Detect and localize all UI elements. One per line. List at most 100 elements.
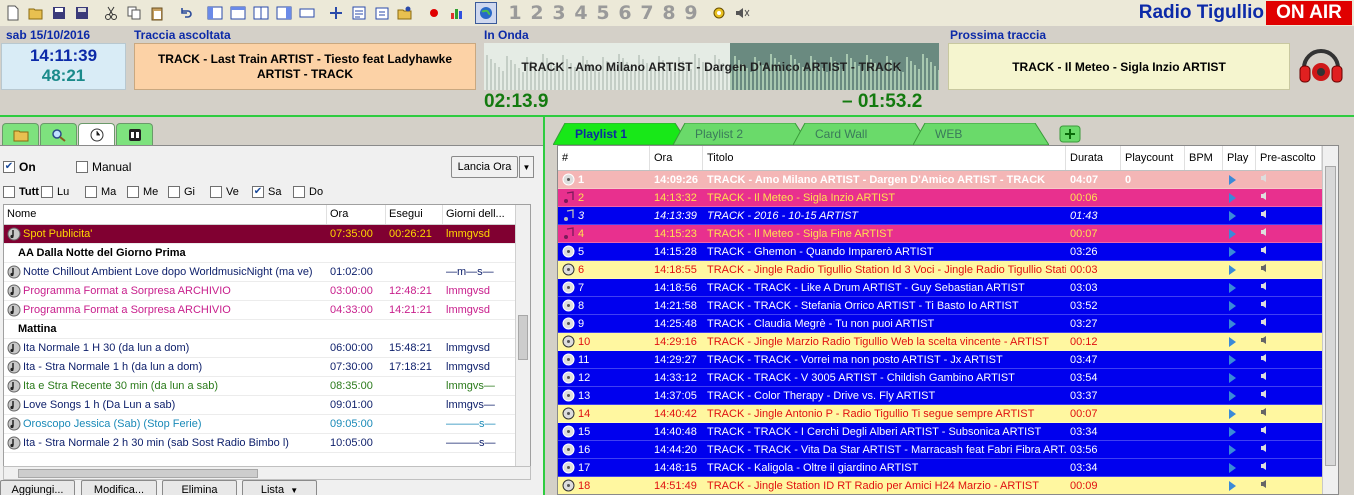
schedule-row[interactable]: Ita Normale 1 H 30 (da lun a dom) 06:00:0… [4, 339, 530, 358]
waveform-display[interactable]: TRACK - Amo Milano ARTIST - Dargen D'Ami… [484, 43, 939, 90]
play-button[interactable] [1223, 210, 1256, 221]
delete-button[interactable]: Elimina [162, 480, 237, 495]
play-button[interactable] [1223, 390, 1256, 401]
play-button[interactable] [1223, 372, 1256, 383]
day-sat[interactable]: ✔ Sa [252, 186, 281, 198]
schedule-row[interactable]: Ita - Stra Normale 2 h 30 min (sab Sost … [4, 434, 530, 453]
slot-4[interactable]: 4 [570, 2, 592, 24]
playlist-row[interactable]: 7 14:18:56 TRACK - TRACK - Like A Drum ART… [558, 279, 1338, 297]
tab-playlist-1[interactable]: Playlist 1 [553, 123, 689, 145]
col-durata[interactable]: Durata [1066, 146, 1121, 170]
paste-icon[interactable] [146, 2, 168, 24]
stats-icon[interactable] [446, 2, 468, 24]
schedule-row[interactable]: Notte Chillout Ambient Love dopo Worldmu… [4, 263, 530, 282]
edit-track-icon[interactable] [348, 2, 370, 24]
preview-button[interactable] [1256, 371, 1322, 384]
col-bpm[interactable]: BPM [1185, 146, 1223, 170]
schedule-row[interactable]: Ita - Stra Normale 1 h (da lun a dom) 07:… [4, 358, 530, 377]
schedule-row[interactable]: Ita e Stra Recente 30 min (da lun a sab)… [4, 377, 530, 396]
schedule-row[interactable]: AA Dalla Notte del Giorno Prima [4, 244, 530, 263]
playlist-row[interactable]: 2 14:13:32 TRACK - Il Meteo - Sigla Inzio … [558, 189, 1338, 207]
preview-button[interactable] [1256, 425, 1322, 438]
playlist-row[interactable]: 5 14:15:28 TRACK - Ghemon - Quando Imparer… [558, 243, 1338, 261]
col-ora[interactable]: Ora [327, 205, 386, 224]
folder-star-icon[interactable] [394, 2, 416, 24]
mute-icon[interactable] [731, 2, 753, 24]
layout-2-icon[interactable] [227, 2, 249, 24]
playlist-row[interactable]: 3 14:13:39 TRACK - 2016 - 10-15 ARTIST 01:4… [558, 207, 1338, 225]
preview-button[interactable] [1256, 191, 1322, 204]
save-as-icon[interactable] [71, 2, 93, 24]
insert-track-icon[interactable] [371, 2, 393, 24]
play-button[interactable] [1223, 354, 1256, 365]
slot-3[interactable]: 3 [548, 2, 570, 24]
preview-button[interactable] [1256, 353, 1322, 366]
col-preascolto[interactable]: Pre-ascolto [1256, 146, 1322, 170]
schedule-row[interactable]: Oroscopo Jessica (Sab) (Stop Ferie) 09:05… [4, 415, 530, 434]
preview-button[interactable] [1256, 173, 1322, 186]
edit-button[interactable]: Modifica... [81, 480, 157, 495]
playlist-row[interactable]: 11 14:29:27 TRACK - TRACK - Vorrei ma non … [558, 351, 1338, 369]
preview-button[interactable] [1256, 227, 1322, 240]
preview-button[interactable] [1256, 335, 1322, 348]
play-button[interactable] [1223, 174, 1256, 185]
play-button[interactable] [1223, 444, 1256, 455]
add-track-icon[interactable] [325, 2, 347, 24]
playlist-vscrollbar[interactable] [1322, 146, 1338, 494]
day-thu[interactable]: Gi [168, 186, 195, 198]
schedule-row[interactable]: Love Songs 1 h (Da Lun a sab) 09:01:00 lmm… [4, 396, 530, 415]
preview-button[interactable] [1256, 263, 1322, 276]
tab-search[interactable] [40, 123, 77, 145]
playlist-row[interactable]: 17 14:48:15 TRACK - Kaligola - Oltre il gi… [558, 459, 1338, 477]
slot-7[interactable]: 7 [636, 2, 658, 24]
tab-cart[interactable] [116, 123, 153, 145]
col-playcount[interactable]: Playcount [1121, 146, 1185, 170]
day-all[interactable]: Tutt [3, 186, 39, 198]
play-button[interactable] [1223, 192, 1256, 203]
col-ora[interactable]: Ora [650, 146, 703, 170]
open-folder-icon[interactable] [25, 2, 47, 24]
day-fri[interactable]: Ve [210, 186, 239, 198]
play-button[interactable] [1223, 264, 1256, 275]
cut-icon[interactable] [100, 2, 122, 24]
slot-5[interactable]: 5 [592, 2, 614, 24]
playlist-row[interactable]: 15 14:40:48 TRACK - TRACK - I Cerchi Degli… [558, 423, 1338, 441]
slot-1[interactable]: 1 [504, 2, 526, 24]
list-button[interactable]: Lista ▼ [242, 480, 317, 495]
col-esegui[interactable]: Esegui [386, 205, 443, 224]
day-wed[interactable]: Me [127, 186, 158, 198]
playlist-row[interactable]: 18 14:51:49 TRACK - Jingle Station ID RT R… [558, 477, 1338, 494]
preview-button[interactable] [1256, 317, 1322, 330]
preview-button[interactable] [1256, 461, 1322, 474]
col-titolo[interactable]: Titolo [703, 146, 1066, 170]
save-icon[interactable] [48, 2, 70, 24]
scroll-thumb[interactable] [518, 315, 528, 360]
play-button[interactable] [1223, 318, 1256, 329]
tab-card-wall[interactable]: Card Wall [793, 123, 929, 145]
schedule-row[interactable]: Programma Format a Sorpresa ARCHIVIO 03:0… [4, 282, 530, 301]
play-button[interactable] [1223, 480, 1256, 491]
schedule-row[interactable]: Spot Publicita' 07:35:00 00:26:21 lmmgvsd [4, 225, 530, 244]
schedule-vscrollbar[interactable] [515, 205, 530, 467]
record-icon[interactable] [423, 2, 445, 24]
col-giorni[interactable]: Giorni dell... [443, 205, 519, 224]
settings-gear-icon[interactable] [708, 2, 730, 24]
manual-checkbox[interactable]: Manual [76, 160, 131, 174]
playlist-row[interactable]: 6 14:18:55 TRACK - Jingle Radio Tigullio S… [558, 261, 1338, 279]
play-button[interactable] [1223, 408, 1256, 419]
layout-3-icon[interactable] [250, 2, 272, 24]
undo-icon[interactable] [175, 2, 197, 24]
col-num[interactable]: # [558, 146, 650, 170]
slot-6[interactable]: 6 [614, 2, 636, 24]
preview-button[interactable] [1256, 479, 1322, 492]
playlist-row[interactable]: 1 14:09:26 TRACK - Amo Milano ARTIST - Dar… [558, 171, 1338, 189]
tab-clock[interactable] [78, 123, 115, 145]
slot-2[interactable]: 2 [526, 2, 548, 24]
globe-icon[interactable] [475, 2, 497, 24]
preview-button[interactable] [1256, 299, 1322, 312]
play-button[interactable] [1223, 300, 1256, 311]
scroll-thumb[interactable] [18, 469, 258, 478]
preview-button[interactable] [1256, 245, 1322, 258]
playlist-row[interactable]: 14 14:40:42 TRACK - Jingle Antonio P - Rad… [558, 405, 1338, 423]
add-button[interactable]: Aggiungi... [0, 480, 75, 495]
